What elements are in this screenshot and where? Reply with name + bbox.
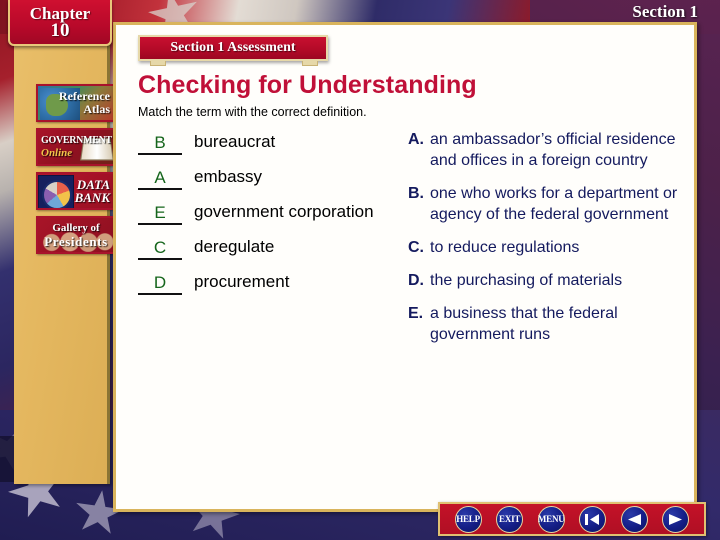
navigation-bar: HELP EXIT MENU: [438, 502, 706, 536]
definition-letter: E.: [408, 305, 424, 322]
exit-button-label: EXIT: [499, 514, 521, 524]
definition-row: C. to reduce regulations: [408, 237, 688, 258]
definition-text: to reduce regulations: [430, 239, 580, 256]
definition-row: D. the purchasing of materials: [408, 270, 688, 291]
definition-letter: C.: [408, 239, 424, 256]
instruction-text: Match the term with the correct definiti…: [138, 105, 367, 119]
sidebar-item-label: Online: [41, 147, 73, 159]
back-button[interactable]: [620, 505, 648, 533]
forward-button[interactable]: [662, 505, 690, 533]
assessment-banner-label: Section 1 Assessment: [170, 40, 296, 55]
sidebar-item-label: Atlas: [83, 102, 110, 116]
answer-blank[interactable]: B: [138, 132, 182, 155]
content-panel: Section 1 Assessment Checking for Unders…: [113, 22, 697, 512]
term-row: B bureaucrat: [138, 131, 408, 155]
definition-row: B. one who works for a department or age…: [408, 183, 688, 225]
exit-button[interactable]: EXIT: [496, 505, 524, 533]
definition-letter: B.: [408, 185, 424, 202]
term-row: C deregulate: [138, 236, 408, 260]
term-label: government corporation: [194, 202, 374, 221]
sidebar-panel: Reference Atlas GOVERNMENT Online DATA B…: [14, 22, 116, 484]
first-page-button[interactable]: [579, 505, 607, 533]
definition-letter: A.: [408, 131, 424, 148]
sidebar-item-reference-atlas[interactable]: Reference Atlas: [36, 84, 116, 122]
definition-text: the purchasing of materials: [430, 272, 623, 289]
ribbon-tab-right: [302, 61, 318, 66]
answer-blank[interactable]: E: [138, 202, 182, 225]
definition-text: an ambassador’s official residence and o…: [430, 131, 676, 169]
term-row: D procurement: [138, 271, 408, 295]
answer-blank[interactable]: C: [138, 237, 182, 260]
menu-button-label: MENU: [537, 514, 565, 524]
answer-blank[interactable]: A: [138, 167, 182, 190]
definition-row: E. a business that the federal governmen…: [408, 303, 688, 345]
term-label: embassy: [194, 167, 263, 186]
sidebar-item-government-online[interactable]: GOVERNMENT Online: [36, 128, 116, 166]
term-row: E government corporation: [138, 201, 408, 225]
definition-letter: D.: [408, 272, 424, 289]
term-label: procurement: [194, 272, 290, 291]
term-label: bureaucrat: [194, 132, 276, 151]
chapter-number: 10: [50, 20, 70, 41]
forward-arrow-icon: [669, 513, 683, 525]
help-button[interactable]: HELP: [454, 505, 482, 533]
term-row: A embassy: [138, 166, 408, 190]
chapter-tab: Chapter 10: [8, 0, 112, 46]
definition-text: one who works for a department or agency…: [430, 185, 678, 223]
help-button-label: HELP: [456, 514, 480, 524]
sidebar-item-data-bank[interactable]: DATA BANK: [36, 172, 116, 210]
back-arrow-icon: [627, 513, 641, 525]
sidebar-item-label: GOVERNMENT: [41, 135, 112, 146]
definition-row: A. an ambassador’s official residence an…: [408, 129, 688, 171]
answer-blank[interactable]: D: [138, 272, 182, 295]
assessment-banner: Section 1 Assessment: [138, 35, 328, 61]
definitions-column: A. an ambassador’s official residence an…: [408, 129, 688, 357]
section-label: Section 1: [632, 2, 698, 21]
term-label: deregulate: [194, 237, 275, 256]
first-page-arrow-icon: [585, 513, 600, 525]
terms-column: B bureaucrat A embassy E government corp…: [138, 131, 408, 306]
menu-button[interactable]: MENU: [537, 505, 565, 533]
sidebar-item-gallery-of-presidents[interactable]: Gallery of Presidents: [36, 216, 116, 254]
sidebar-item-label: BANK: [74, 190, 110, 205]
ribbon-tab-left: [150, 61, 166, 66]
sidebar-item-label: Presidents: [44, 234, 108, 249]
definition-text: a business that the federal government r…: [430, 305, 618, 343]
page-title: Checking for Understanding: [138, 71, 477, 99]
